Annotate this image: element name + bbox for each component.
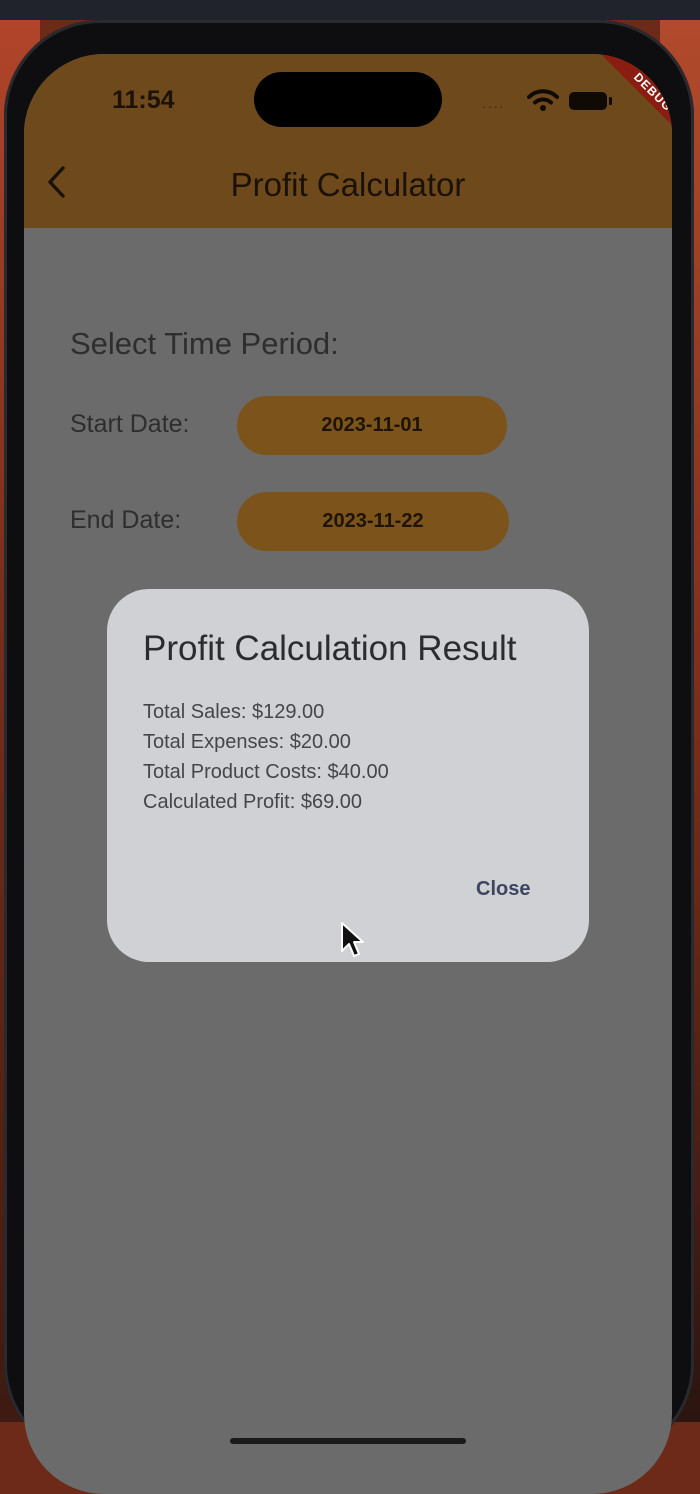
- top-window-strip: [0, 0, 700, 20]
- total-sales-line: Total Sales: $129.00: [143, 701, 325, 723]
- time-period-heading: Select Time Period:: [70, 326, 339, 361]
- status-time: 11:54: [112, 86, 175, 114]
- page-title: Profit Calculator: [230, 166, 466, 203]
- dynamic-island: [254, 72, 442, 127]
- home-indicator: [230, 1438, 466, 1444]
- close-button[interactable]: Close: [476, 878, 530, 901]
- phone-frame: 11:54 ···· DEBUG Profit Calculator Selec…: [4, 20, 694, 1494]
- phone-screen: 11:54 ···· DEBUG Profit Calculator Selec…: [24, 54, 672, 1494]
- start-date-button[interactable]: 2023-11-01: [237, 396, 507, 455]
- calculated-profit-line: Calculated Profit: $69.00: [143, 791, 363, 813]
- app-bar: 11:54 ···· DEBUG Profit Calculator: [24, 54, 672, 228]
- debug-banner: DEBUG: [572, 54, 672, 154]
- total-product-costs-line: Total Product Costs: $40.00: [143, 761, 389, 783]
- result-dialog: Profit Calculation Result Total Sales: $…: [107, 589, 589, 962]
- wifi-icon: [527, 89, 559, 111]
- end-date-button[interactable]: 2023-11-22: [237, 492, 509, 551]
- total-expenses-line: Total Expenses: $20.00: [143, 731, 351, 753]
- dialog-title: Profit Calculation Result: [143, 629, 517, 668]
- debug-banner-label: DEBUG: [592, 54, 672, 153]
- mouse-pointer-icon: [341, 922, 364, 957]
- end-date-label: End Date:: [70, 506, 182, 534]
- start-date-label: Start Date:: [70, 410, 190, 438]
- cellular-signal-icon: ····: [482, 98, 505, 114]
